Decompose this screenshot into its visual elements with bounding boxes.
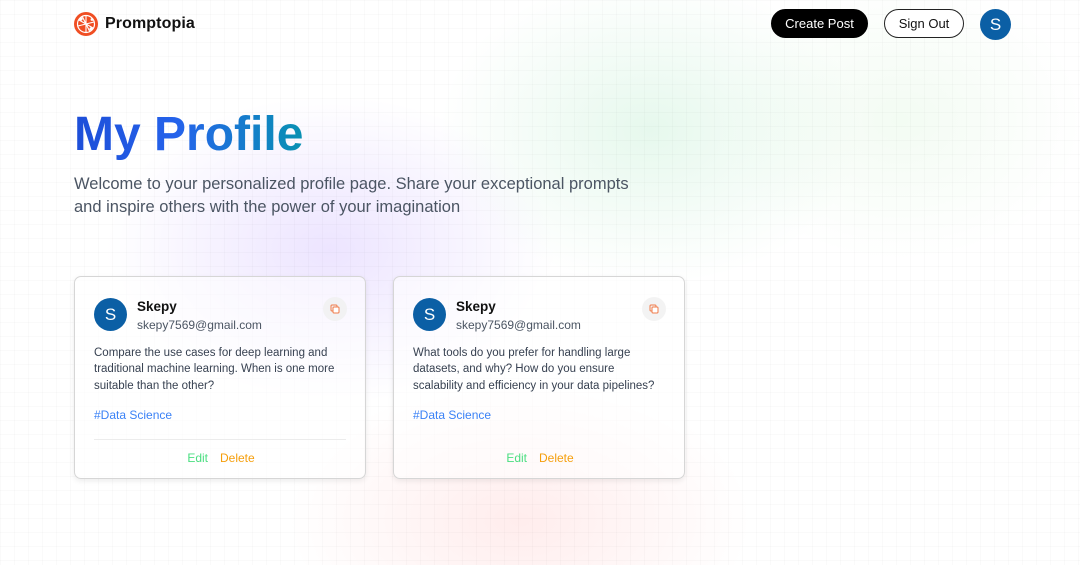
author-username: Skepy: [456, 299, 496, 314]
prompt-text: Compare the use cases for deep learning …: [94, 347, 335, 392]
author-email: skepy7569@gmail.com: [456, 318, 581, 332]
top-navbar: Promptopia Create Post Sign Out S: [0, 0, 1080, 48]
copy-icon: [649, 304, 659, 314]
card-divider: [94, 439, 346, 440]
card-actions: Edit Delete: [75, 451, 367, 465]
author-avatar[interactable]: S: [413, 298, 446, 331]
prompt-tag[interactable]: #Data Science: [413, 408, 491, 422]
prompt-card: S Skepy skepy7569@gmail.com Compare the …: [74, 276, 366, 479]
profile-avatar[interactable]: S: [980, 9, 1011, 40]
create-post-button[interactable]: Create Post: [771, 9, 868, 38]
prompt-card: S Skepy skepy7569@gmail.com What tools d…: [393, 276, 685, 479]
author-email: skepy7569@gmail.com: [137, 318, 262, 332]
edit-button[interactable]: Edit: [187, 451, 208, 465]
author-avatar[interactable]: S: [94, 298, 127, 331]
sign-out-button[interactable]: Sign Out: [884, 9, 964, 38]
prompt-text: What tools do you prefer for handling la…: [413, 347, 655, 392]
page-title: My Profile: [74, 106, 303, 164]
page-description: Welcome to your personalized profile pag…: [74, 175, 629, 216]
card-actions: Edit Delete: [394, 451, 686, 465]
copy-button[interactable]: [642, 297, 666, 321]
delete-button[interactable]: Delete: [220, 451, 255, 465]
author-username: Skepy: [137, 299, 177, 314]
copy-icon: [330, 304, 340, 314]
brand-name: Promptopia: [105, 15, 195, 32]
edit-button[interactable]: Edit: [506, 451, 527, 465]
promptopia-logo-icon: [74, 12, 98, 36]
brand-logo-link[interactable]: Promptopia: [73, 11, 195, 37]
copy-button[interactable]: [323, 297, 347, 321]
prompt-tag[interactable]: #Data Science: [94, 408, 172, 422]
delete-button[interactable]: Delete: [539, 451, 574, 465]
